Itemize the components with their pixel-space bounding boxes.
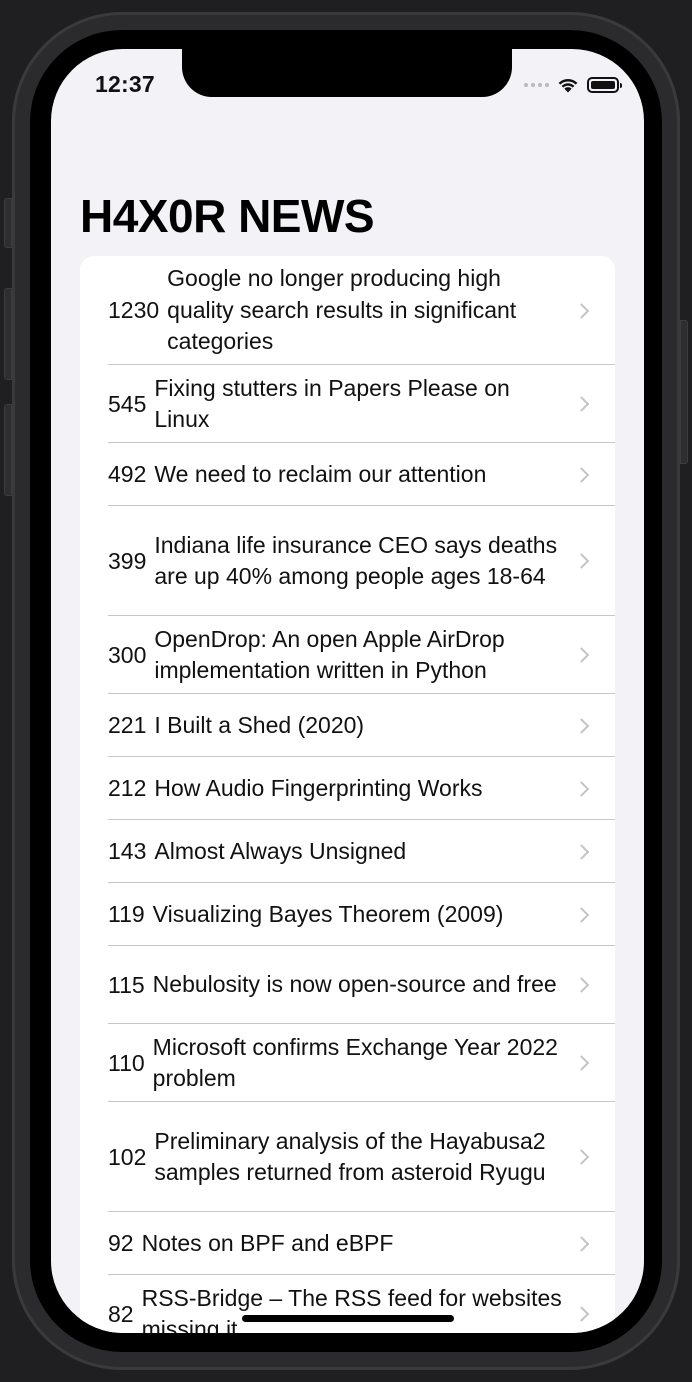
list-item[interactable]: 399 Indiana life insurance CEO says deat… xyxy=(80,506,615,616)
list-item[interactable]: 82 RSS-Bridge – The RSS feed for website… xyxy=(80,1275,615,1333)
chevron-right-icon xyxy=(573,977,590,993)
page-title: H4X0R NEWS xyxy=(80,190,375,242)
story-points: 492 xyxy=(108,461,147,487)
list-item[interactable]: 143 Almost Always Unsigned xyxy=(80,820,615,883)
chevron-right-icon xyxy=(573,906,590,923)
story-title: Fixing stutters in Papers Please on Linu… xyxy=(154,374,510,433)
story-points: 221 xyxy=(108,712,147,738)
story-title: Nebulosity is now open-source and free xyxy=(152,971,557,998)
chevron-right-icon xyxy=(573,302,590,319)
story-title: How Audio Fingerprinting Works xyxy=(154,774,483,801)
story-points: 119 xyxy=(108,901,145,927)
chevron-right-icon xyxy=(573,1306,590,1322)
list-item[interactable]: 212 How Audio Fingerprinting Works xyxy=(80,757,615,820)
chevron-right-icon xyxy=(573,1055,590,1071)
story-points: 115 xyxy=(108,971,145,998)
story-title: We need to reclaim our attention xyxy=(154,460,487,487)
story-points: 102 xyxy=(108,1143,147,1170)
story-points: 82 xyxy=(108,1300,134,1327)
list-item[interactable]: 110 Microsoft confirms Exchange Year 202… xyxy=(80,1024,615,1102)
story-title: I Built a Shed (2020) xyxy=(154,711,365,738)
list-item[interactable]: 115 Nebulosity is now open-source and fr… xyxy=(80,946,615,1024)
story-points: 92 xyxy=(108,1230,134,1256)
volume-down-button xyxy=(4,404,12,496)
status-icons xyxy=(524,76,622,93)
story-title: Microsoft confirms Exchange Year 2022 pr… xyxy=(152,1033,558,1092)
chevron-right-icon xyxy=(573,396,590,412)
battery-icon xyxy=(587,76,622,93)
story-points: 212 xyxy=(108,775,147,801)
list-item[interactable]: 300 OpenDrop: An open Apple AirDrop impl… xyxy=(80,616,615,694)
story-points: 110 xyxy=(108,1049,145,1076)
story-list[interactable]: 1230 Google no longer producing high qua… xyxy=(80,256,615,1333)
story-title: OpenDrop: An open Apple AirDrop implemen… xyxy=(154,625,505,684)
volume-up-button xyxy=(4,288,12,380)
story-title: Preliminary analysis of the Hayabusa2 sa… xyxy=(154,1127,546,1186)
story-title: RSS-Bridge – The RSS feed for websites m… xyxy=(141,1284,562,1334)
story-title: Google no longer producing high quality … xyxy=(167,265,517,355)
list-item[interactable]: 545 Fixing stutters in Papers Please on … xyxy=(80,365,615,443)
power-button xyxy=(680,320,688,464)
list-item[interactable]: 492 We need to reclaim our attention xyxy=(80,443,615,506)
chevron-right-icon xyxy=(573,717,590,734)
chevron-right-icon xyxy=(573,1149,590,1165)
list-item[interactable]: 1230 Google no longer producing high qua… xyxy=(80,256,615,365)
story-points: 1230 xyxy=(108,297,160,323)
chevron-right-icon xyxy=(573,1235,590,1252)
screen: 12:37 H4X0R NEWS 1230 Google no longer p… xyxy=(51,49,644,1333)
chevron-right-icon xyxy=(573,843,590,860)
list-item[interactable]: 102 Preliminary analysis of the Hayabusa… xyxy=(80,1102,615,1212)
story-title: Notes on BPF and eBPF xyxy=(141,1229,394,1256)
status-time: 12:37 xyxy=(95,71,155,97)
list-item[interactable]: 119 Visualizing Bayes Theorem (2009) xyxy=(80,883,615,946)
story-title: Visualizing Bayes Theorem (2009) xyxy=(152,900,504,927)
story-points: 399 xyxy=(108,547,147,574)
list-item[interactable]: 92 Notes on BPF and eBPF xyxy=(80,1212,615,1275)
story-title: Almost Always Unsigned xyxy=(154,837,407,864)
chevron-right-icon xyxy=(573,780,590,797)
wifi-icon xyxy=(558,79,578,93)
story-points: 545 xyxy=(108,390,147,417)
mute-switch xyxy=(4,198,12,248)
chevron-right-icon xyxy=(573,553,590,569)
story-points: 143 xyxy=(108,838,147,864)
home-indicator[interactable] xyxy=(242,1315,454,1322)
story-title: Indiana life insurance CEO says deaths a… xyxy=(154,531,558,590)
story-points: 300 xyxy=(108,641,147,668)
cellular-signal-icon xyxy=(524,82,549,87)
chevron-right-icon xyxy=(573,466,590,483)
chevron-right-icon xyxy=(573,647,590,663)
notch xyxy=(182,49,512,97)
list-item[interactable]: 221 I Built a Shed (2020) xyxy=(80,694,615,757)
